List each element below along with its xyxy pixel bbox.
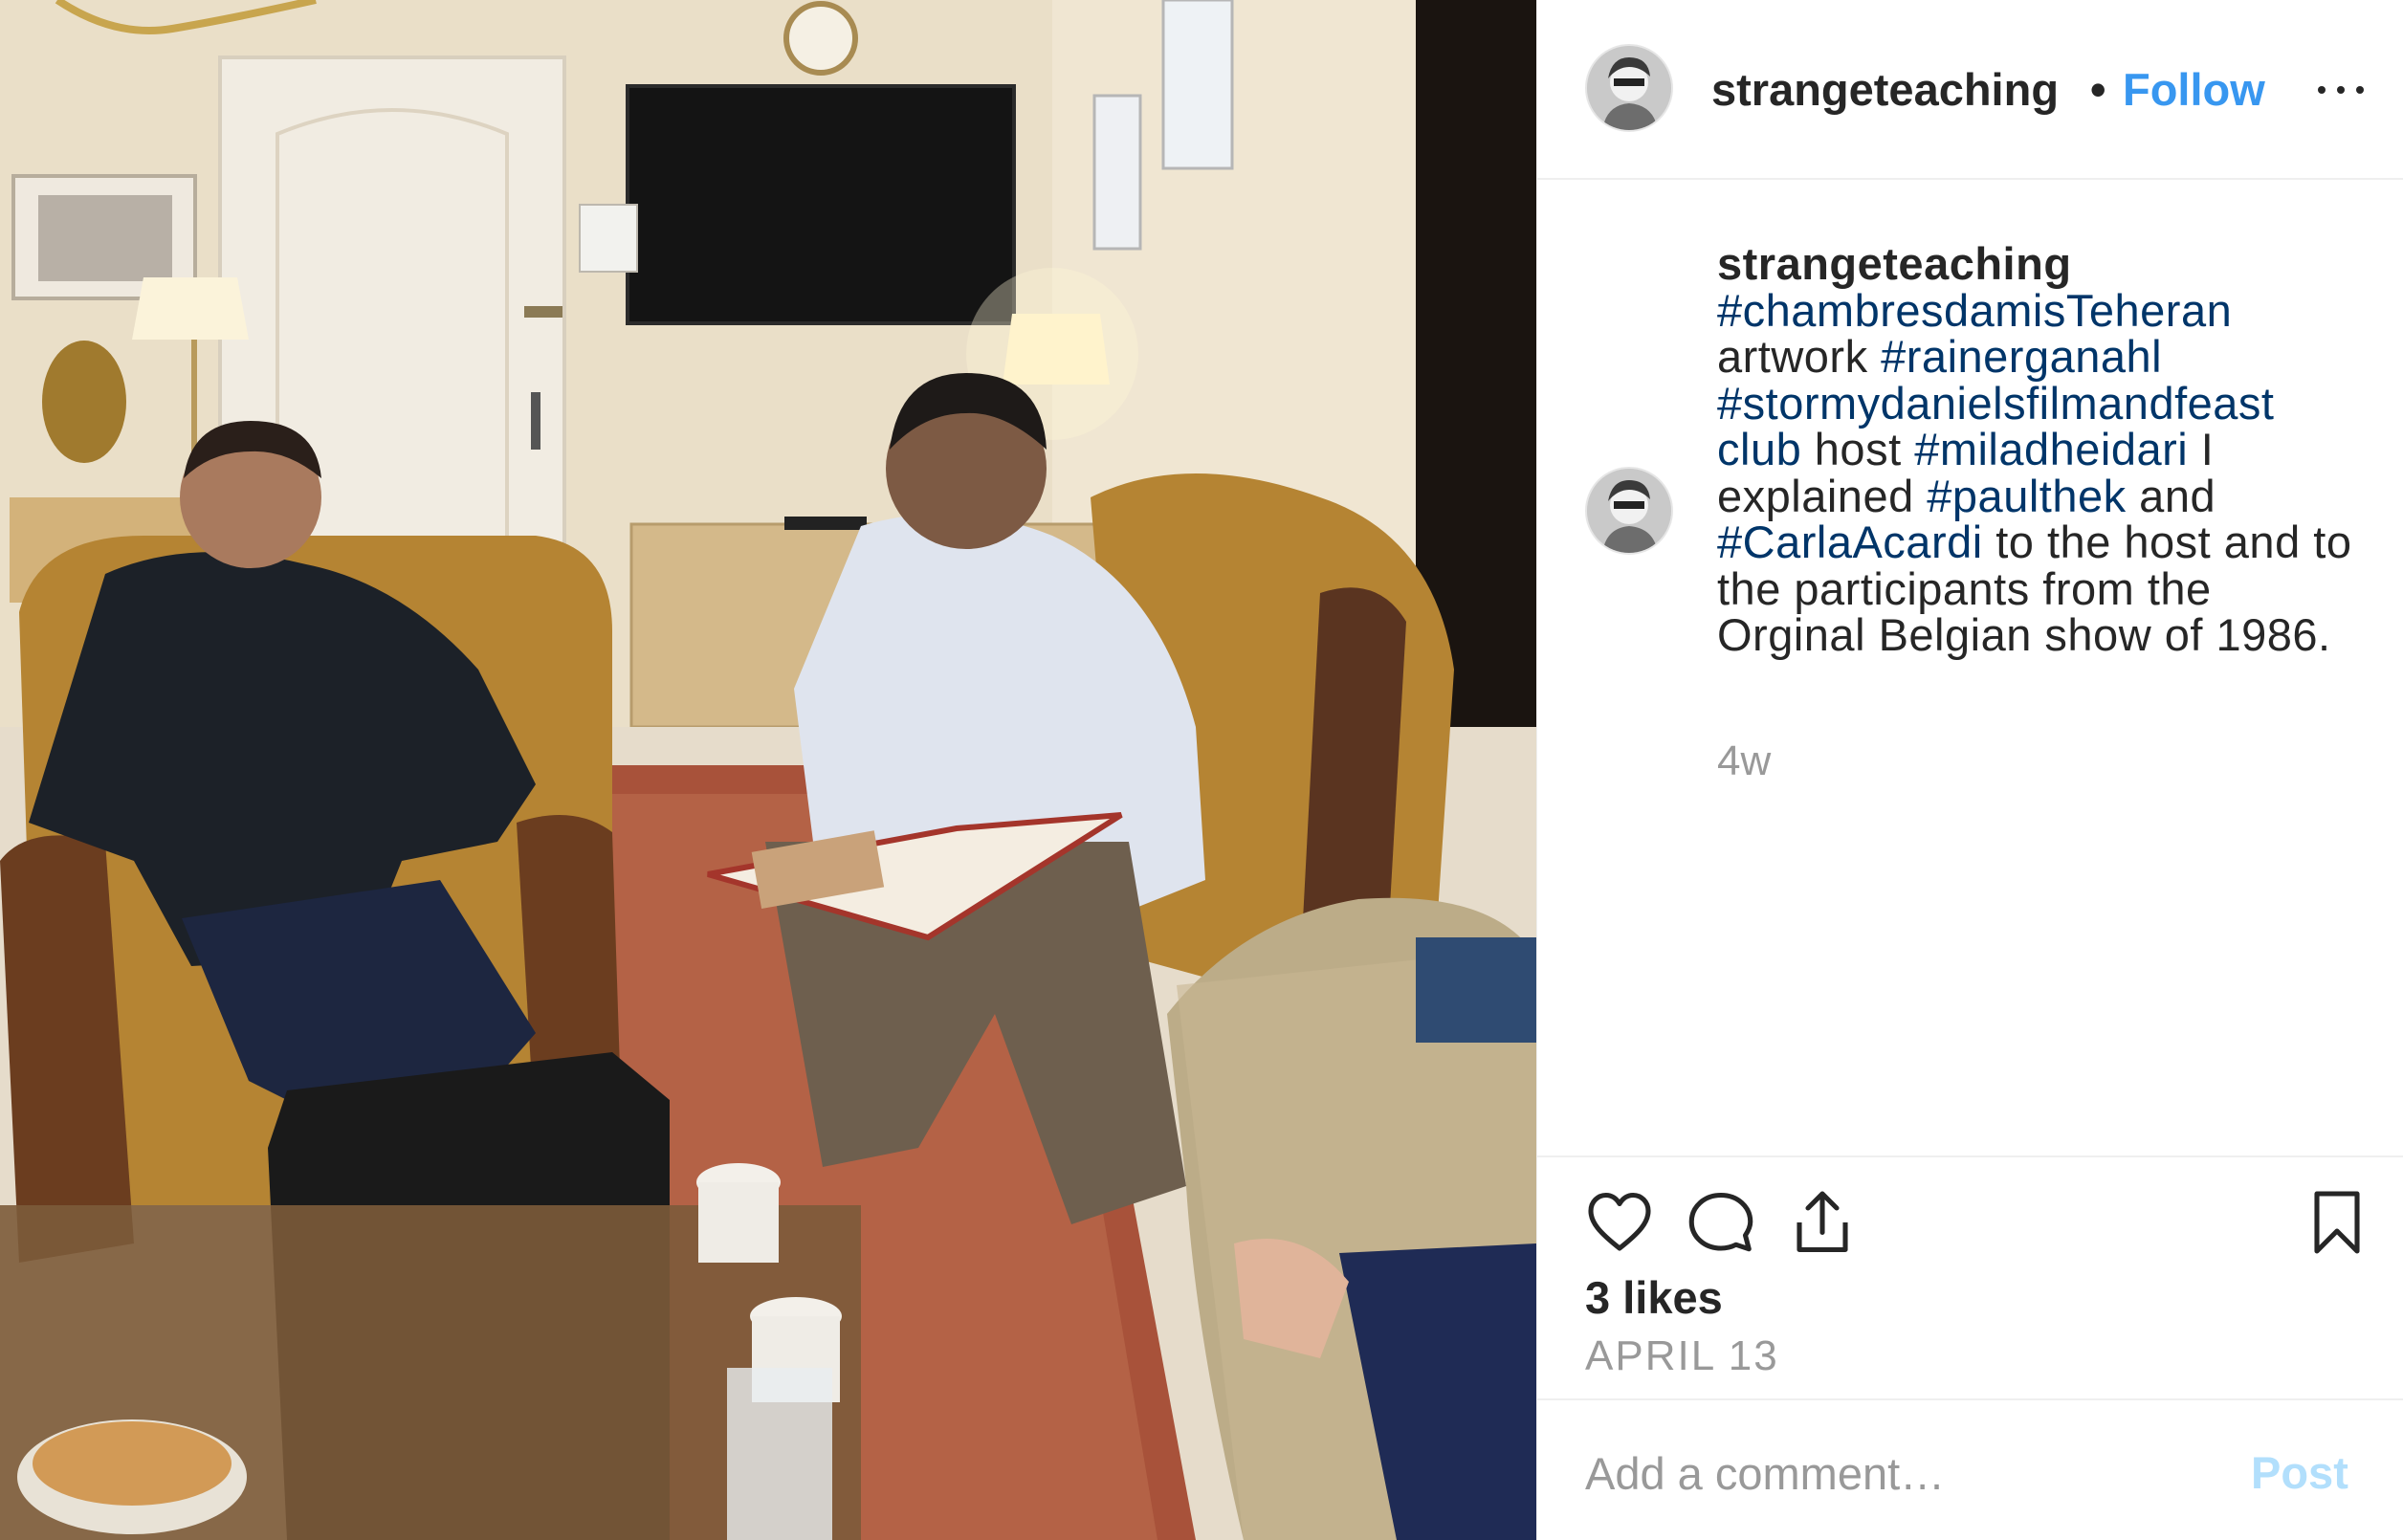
follow-button[interactable]: Follow bbox=[2123, 63, 2265, 117]
avatar-image bbox=[1587, 469, 1671, 553]
author-username[interactable]: strangeteaching bbox=[1711, 63, 2084, 117]
hashtag-link[interactable]: #chambresdamisTeheran bbox=[1717, 285, 2232, 336]
hashtag-link[interactable]: #paulthek bbox=[1927, 471, 2126, 521]
separator-dot: • bbox=[2090, 64, 2106, 115]
caption-text: artwork bbox=[1717, 331, 1882, 382]
hashtag-link[interactable]: #miladheidari bbox=[1914, 424, 2188, 474]
bookmark-icon[interactable] bbox=[2303, 1188, 2371, 1257]
post-header: strangeteaching • Follow bbox=[1537, 0, 2403, 180]
caption-author-avatar[interactable] bbox=[1585, 467, 1673, 555]
post-date: APRIL 13 bbox=[1585, 1332, 1779, 1379]
heart-icon[interactable] bbox=[1585, 1188, 1654, 1257]
caption-body: #chambresdamisTeheran artwork #rainergan… bbox=[1717, 285, 2351, 661]
share-icon[interactable] bbox=[1788, 1188, 1857, 1257]
likes-count[interactable]: 3 likes bbox=[1585, 1270, 1723, 1326]
caption-text: host bbox=[1801, 424, 1915, 474]
post-photo[interactable] bbox=[0, 0, 1536, 1540]
relative-timestamp[interactable]: 4w bbox=[1717, 737, 1771, 786]
living-room-photo bbox=[0, 0, 1536, 1540]
avatar-image bbox=[1587, 46, 1671, 130]
post-details-panel: strangeteaching • Follow strangeteaching… bbox=[1536, 0, 2403, 1540]
more-options-icon[interactable] bbox=[2312, 57, 2379, 121]
caption-username[interactable]: strangeteaching bbox=[1717, 240, 2368, 288]
hashtag-link[interactable]: #CarlaAcardi bbox=[1717, 517, 1983, 567]
caption-text: and bbox=[2126, 470, 2216, 521]
divider bbox=[1537, 1398, 2403, 1400]
author-avatar[interactable] bbox=[1585, 44, 1673, 132]
divider bbox=[1537, 1155, 2403, 1157]
post-comment-button[interactable]: Post bbox=[2251, 1442, 2348, 1504]
comment-icon[interactable] bbox=[1687, 1188, 1755, 1257]
comment-input[interactable] bbox=[1585, 1440, 2255, 1507]
hashtag-link[interactable]: #rainerganahl bbox=[1881, 331, 2162, 382]
post-caption: strangeteaching #chambresdamisTeheran art… bbox=[1717, 240, 2368, 661]
